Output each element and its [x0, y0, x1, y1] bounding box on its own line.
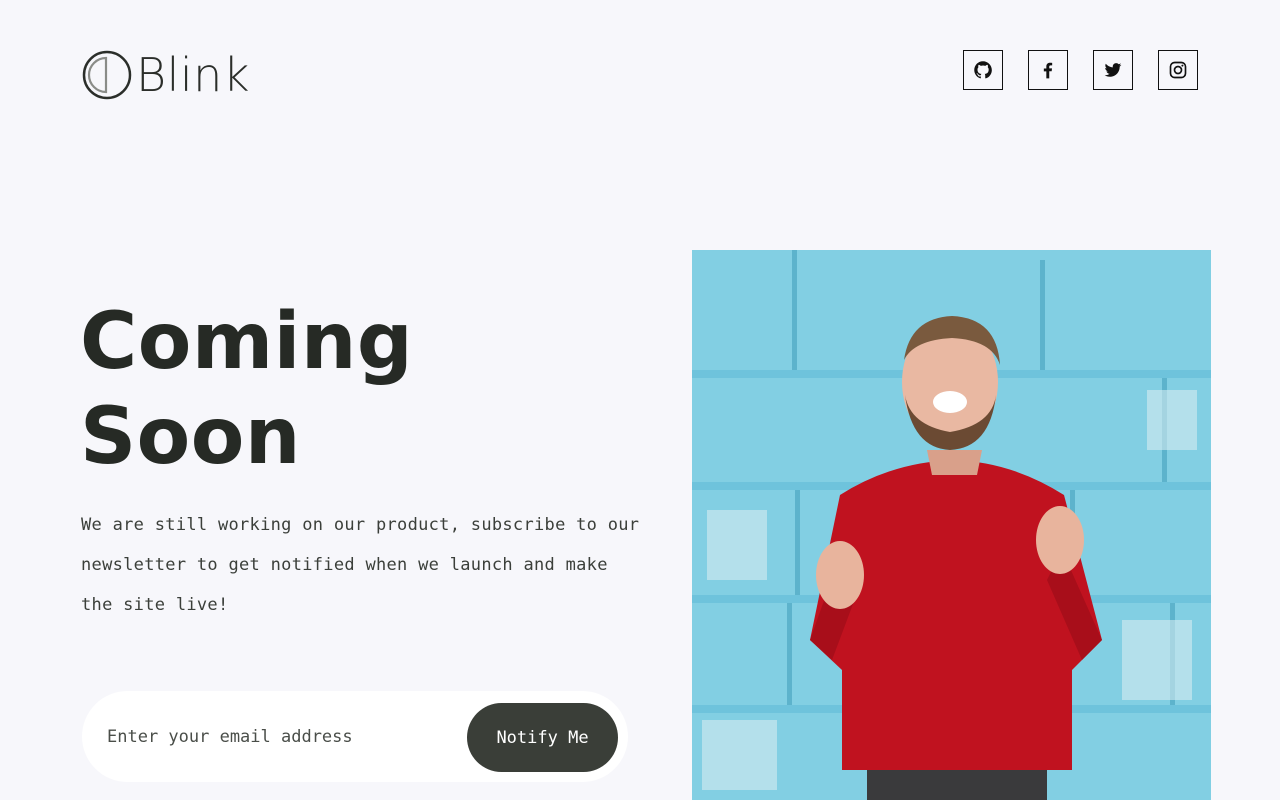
twitter-icon [1104, 63, 1122, 77]
hero-photo-illustration [692, 250, 1211, 800]
logo-mark-icon [82, 50, 132, 100]
title-line-1: Coming [80, 297, 414, 387]
title-line-2: Soon [80, 392, 301, 482]
notify-me-button[interactable]: Notify Me [467, 703, 618, 772]
page-title: Coming Soon [80, 295, 413, 485]
social-links [963, 50, 1198, 90]
facebook-link[interactable] [1028, 50, 1068, 90]
facebook-icon [1043, 62, 1053, 79]
brand-logo[interactable]: Blink [82, 50, 250, 100]
brand-name: Blink [136, 48, 250, 102]
github-icon [974, 61, 992, 79]
twitter-link[interactable] [1093, 50, 1133, 90]
email-input[interactable] [107, 716, 457, 757]
instagram-icon [1169, 61, 1187, 79]
page-description: We are still working on our product, sub… [81, 515, 640, 615]
github-link[interactable] [963, 50, 1003, 90]
hero-photo [692, 250, 1211, 800]
subscribe-form: Notify Me [82, 691, 628, 782]
instagram-link[interactable] [1158, 50, 1198, 90]
